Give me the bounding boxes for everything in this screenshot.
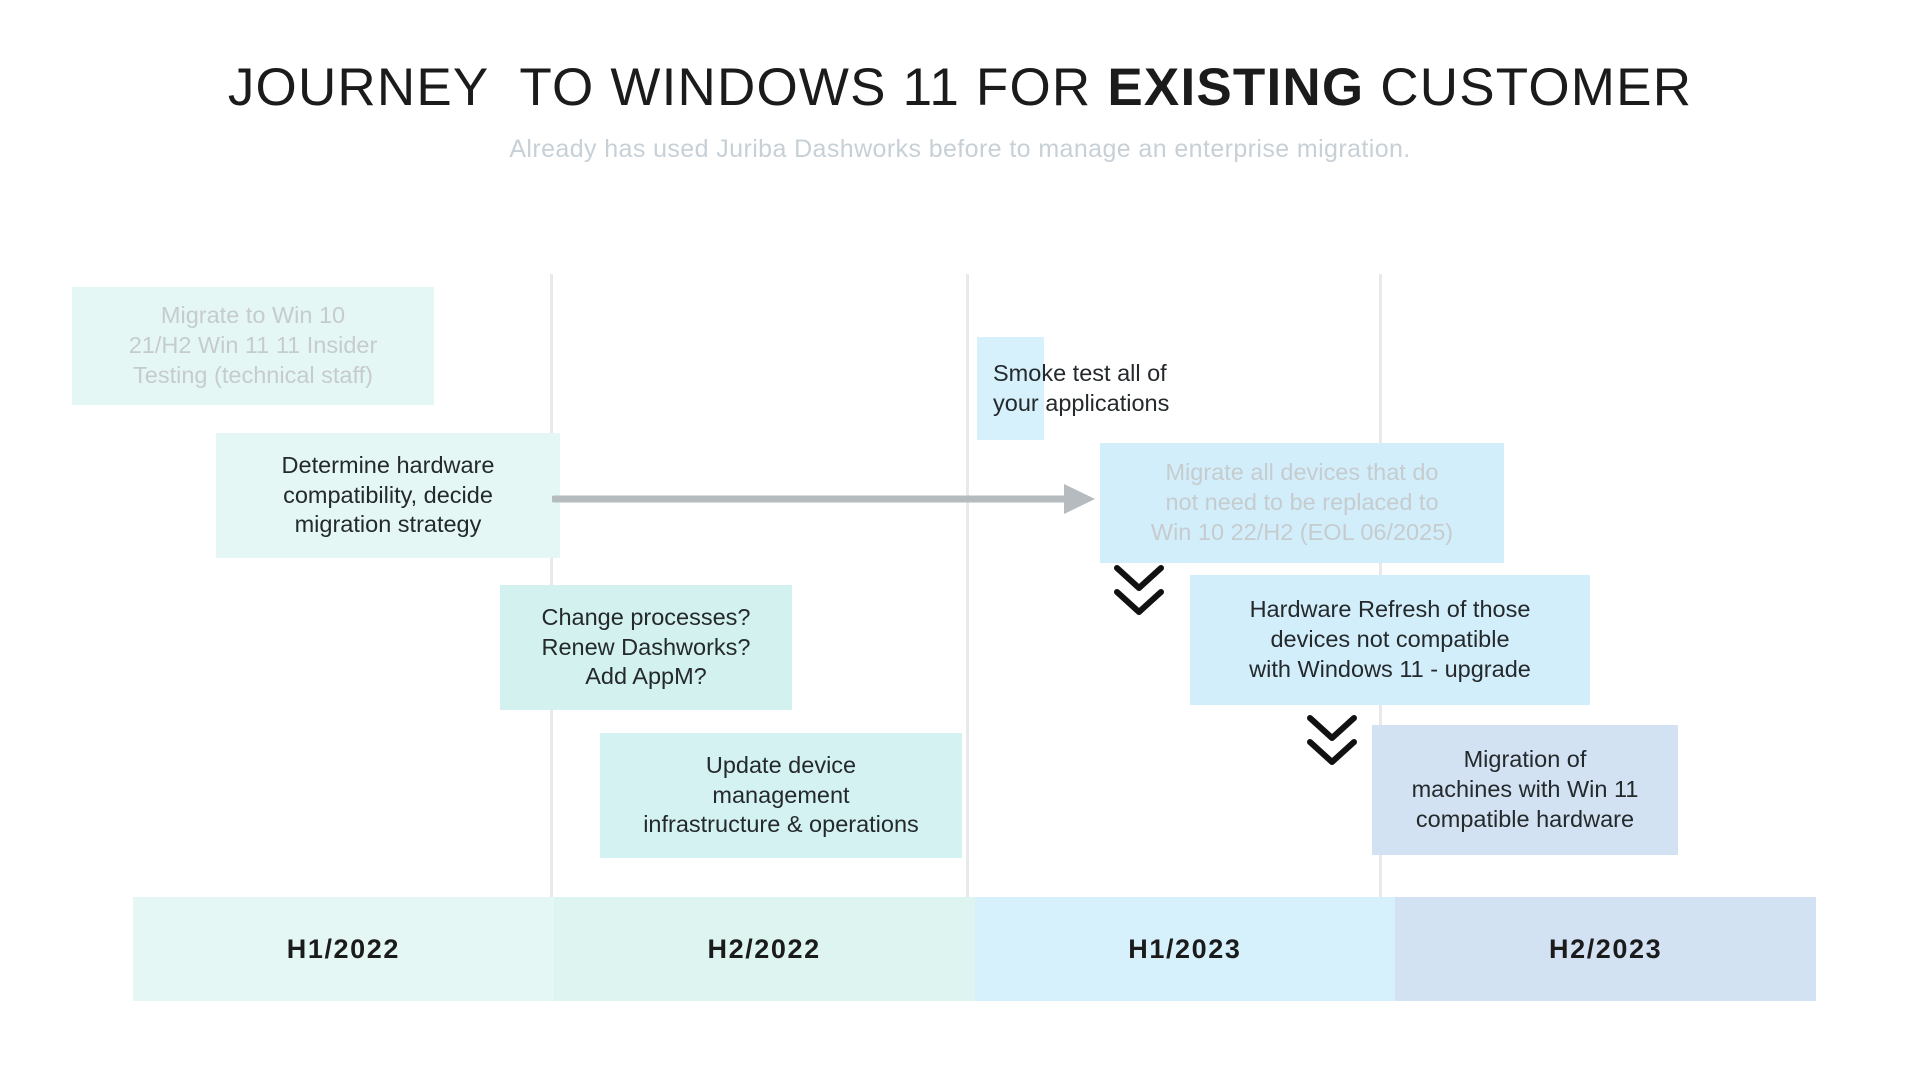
double-chevron-down-icon: [1114, 565, 1164, 615]
task-box-update-device-management[interactable]: Update device management infrastructure …: [600, 733, 962, 858]
period-cell-h2-2023[interactable]: H2/2023: [1395, 897, 1816, 1001]
task-label: Determine hardware compatibility, decide…: [281, 451, 495, 538]
double-chevron-down-icon: [1307, 715, 1357, 765]
task-box-hardware-refresh[interactable]: Hardware Refresh of those devices not co…: [1190, 575, 1590, 705]
task-box-determine-hardware-compatibility[interactable]: Determine hardware compatibility, decide…: [216, 433, 560, 558]
task-label: Migrate to Win 10 21/H2 Win 11 11 Inside…: [128, 302, 378, 388]
period-cell-h1-2022[interactable]: H1/2022: [133, 897, 554, 1001]
task-label: Migrate all devices that do not need to …: [1150, 459, 1454, 545]
task-label: Update device management infrastructure …: [643, 751, 919, 838]
period-label: H2/2023: [1548, 933, 1663, 964]
period-label: H1/2023: [1128, 933, 1242, 964]
period-label: H2/2022: [707, 933, 821, 964]
arrow-right-icon: [552, 484, 1095, 514]
task-box-migration-win11-compatible[interactable]: Migration of machines with Win 11 compat…: [1372, 725, 1678, 855]
divider-h2-2022-h1-2023: [966, 274, 969, 900]
task-box-change-processes-renew[interactable]: Change processes? Renew Dashworks? Add A…: [500, 585, 792, 710]
timeline-diagram: Migrate to Win 10 21/H2 Win 11 11 Inside…: [0, 0, 1920, 1080]
task-label: Hardware Refresh of those devices not co…: [1249, 596, 1531, 682]
task-label: Migration of machines with Win 11 compat…: [1411, 746, 1639, 832]
task-box-migrate-win10-insider[interactable]: Migrate to Win 10 21/H2 Win 11 11 Inside…: [72, 287, 434, 405]
period-cell-h1-2023[interactable]: H1/2023: [974, 897, 1396, 1001]
task-box-smoke-test-applications[interactable]: Smoke test all of your applications: [977, 337, 1169, 440]
period-cell-h2-2022[interactable]: H2/2022: [553, 897, 975, 1001]
task-box-migrate-devices-not-replaced[interactable]: Migrate all devices that do not need to …: [1100, 443, 1504, 563]
timeline-period-bar: H1/2022 H2/2022 H1/2023 H2/2023: [133, 897, 1816, 1001]
task-label: Smoke test all of your applications: [993, 359, 1170, 416]
period-label: H1/2022: [286, 933, 401, 964]
task-label: Change processes? Renew Dashworks? Add A…: [541, 603, 751, 690]
